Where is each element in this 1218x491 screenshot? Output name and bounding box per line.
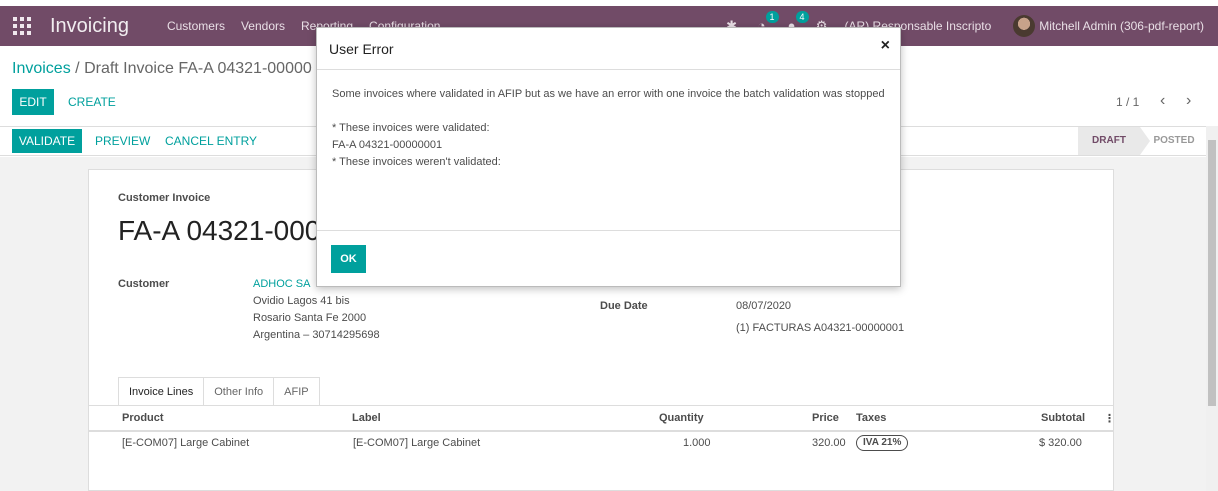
dialog-footer-divider <box>317 230 900 231</box>
error-message: Some invoices where validated in AFIP bu… <box>332 88 885 100</box>
dialog-body: Some invoices where validated in AFIP bu… <box>332 86 887 171</box>
dialog-title: User Error <box>329 41 394 57</box>
close-icon[interactable]: × <box>881 38 890 54</box>
ok-button[interactable]: OK <box>331 245 366 273</box>
user-error-dialog: User Error × Some invoices where validat… <box>316 27 901 287</box>
not-validated-heading: * These invoices weren't validated: <box>332 156 501 168</box>
validated-heading: * These invoices were validated: <box>332 122 490 134</box>
validated-invoice: FA-A 04321-00000001 <box>332 139 443 151</box>
dialog-header: User Error × <box>317 28 900 70</box>
